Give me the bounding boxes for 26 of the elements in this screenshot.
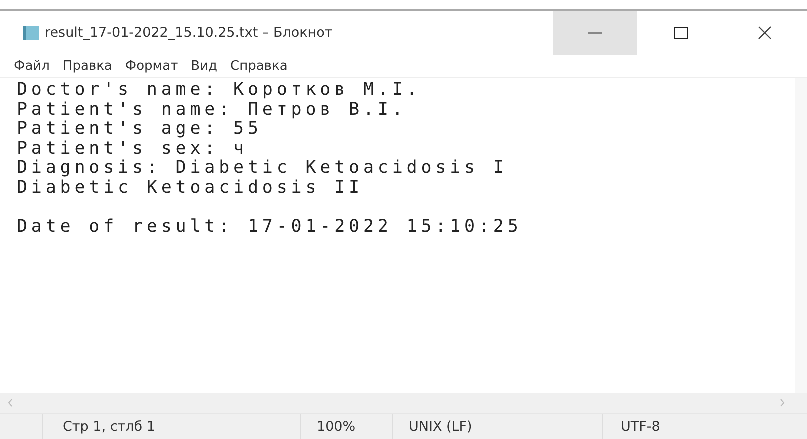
text-area[interactable]: Doctor's name: Коротков М.I. Patient's name: Петров В.I. Patient's age: 55 Patient's sex: ч Diagnosis: Diabetic Ketoacidosis I Diabetic Ketoacidosis II Date of result: 17-01-2022 15:10:25 [0, 78, 795, 393]
text-line: Patient's name: Петров В.I. [17, 100, 408, 120]
minimize-button[interactable] [553, 11, 637, 55]
menu-item[interactable]: Правка [62, 58, 112, 74]
status-item: Стр 1, стлб 1 [42, 414, 300, 439]
close-icon [758, 26, 772, 40]
notepad-icon [23, 26, 39, 40]
horizontal-scrollbar[interactable] [0, 393, 807, 413]
text-line: Diagnosis: Diabetic Ketoacidosis I [17, 159, 509, 178]
text-line: Patient's sex: ч [17, 140, 249, 159]
window-title: result_17-01-2022_15.10.25.txt – Блокнот [45, 25, 333, 41]
menu-item[interactable]: Файл [14, 58, 50, 74]
text-line: Date of result: 17-01-2022 15:10:25 [17, 218, 524, 237]
text-line: Doctor's name: Коротков М.I. [17, 81, 422, 100]
menu-item[interactable]: Вид [191, 58, 218, 74]
text-line: Diabetic Ketoacidosis II [17, 178, 364, 198]
maximize-icon [674, 27, 688, 39]
status-item: UTF-8 [602, 414, 807, 439]
status-item: 100% [300, 414, 392, 439]
text-line: Patient's age: 55 [17, 120, 264, 140]
menu-item[interactable]: Справка [230, 58, 288, 74]
menu-item[interactable]: Формат [125, 58, 178, 74]
status-item: UNIX (LF) [392, 414, 602, 439]
minimize-icon [588, 32, 602, 34]
scroll-left-icon[interactable] [8, 399, 13, 407]
scroll-right-icon[interactable] [780, 399, 785, 407]
